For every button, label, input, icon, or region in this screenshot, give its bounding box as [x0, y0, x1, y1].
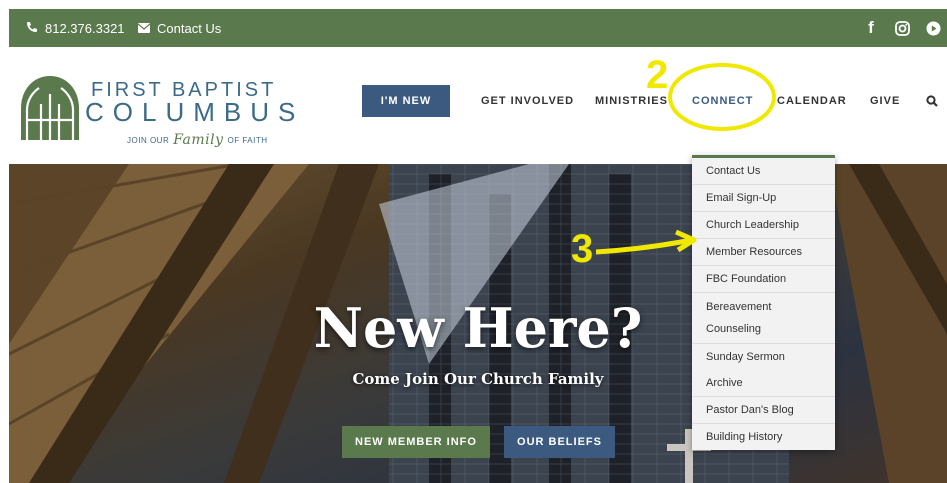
top-bar: 812.376.3321 Contact Us f [9, 9, 947, 47]
dropdown-item-church-leadership[interactable]: Church Leadership [692, 212, 835, 239]
dropdown-item-email-signup[interactable]: Email Sign-Up [692, 185, 835, 212]
our-beliefs-button[interactable]: OUR BELIEFS [504, 426, 615, 458]
logo-tagline: JOIN OUR Family OF FAITH [127, 132, 267, 148]
nav-ministries[interactable]: MINISTRIES [595, 85, 668, 117]
nav-get-involved[interactable]: GET INVOLVED [481, 85, 574, 117]
nav-im-new-button[interactable]: I'M NEW [362, 85, 450, 117]
logo-name: COLUMBUS [85, 97, 305, 127]
nav-give[interactable]: GIVE [870, 85, 900, 117]
instagram-icon[interactable] [892, 9, 912, 47]
youtube-icon[interactable] [924, 9, 942, 47]
phone-number: 812.376.3321 [45, 20, 125, 36]
tagline-script: Family [173, 132, 224, 148]
phone-link[interactable]: 812.376.3321 [26, 9, 125, 47]
search-icon[interactable] [926, 85, 938, 117]
dropdown-item-sermon-archive[interactable]: Sunday Sermon Archive [692, 344, 835, 397]
dropdown-item-pastor-blog[interactable]: Pastor Dan's Blog [692, 397, 835, 424]
nav-connect[interactable]: CONNECT [692, 85, 753, 117]
dropdown-item-building-history[interactable]: Building History [692, 424, 835, 450]
dropdown-item-member-resources[interactable]: Member Resources [692, 239, 835, 266]
site-header: FIRST BAPTIST COLUMBUS JOIN OUR Family O… [9, 47, 947, 164]
tagline-pre: JOIN OUR [127, 135, 170, 145]
nav-calendar[interactable]: CALENDAR [777, 85, 847, 117]
contact-link[interactable]: Contact Us [137, 9, 222, 47]
dropdown-item-bereavement-counseling[interactable]: Bereavement Counseling [692, 293, 835, 344]
facebook-icon[interactable]: f [861, 9, 881, 47]
envelope-icon [137, 21, 151, 36]
phone-icon [26, 21, 38, 36]
contact-label: Contact Us [157, 20, 222, 36]
page: 812.376.3321 Contact Us f FIRST BAPTIST … [9, 9, 947, 483]
new-member-info-button[interactable]: NEW MEMBER INFO [342, 426, 490, 458]
tagline-post: OF FAITH [227, 135, 268, 145]
dropdown-item-contact-us[interactable]: Contact Us [692, 158, 835, 185]
logo-mark-icon [21, 76, 79, 140]
dropdown-item-fbc-foundation[interactable]: FBC Foundation [692, 266, 835, 293]
connect-dropdown-menu: Contact Us Email Sign-Up Church Leadersh… [692, 155, 835, 450]
